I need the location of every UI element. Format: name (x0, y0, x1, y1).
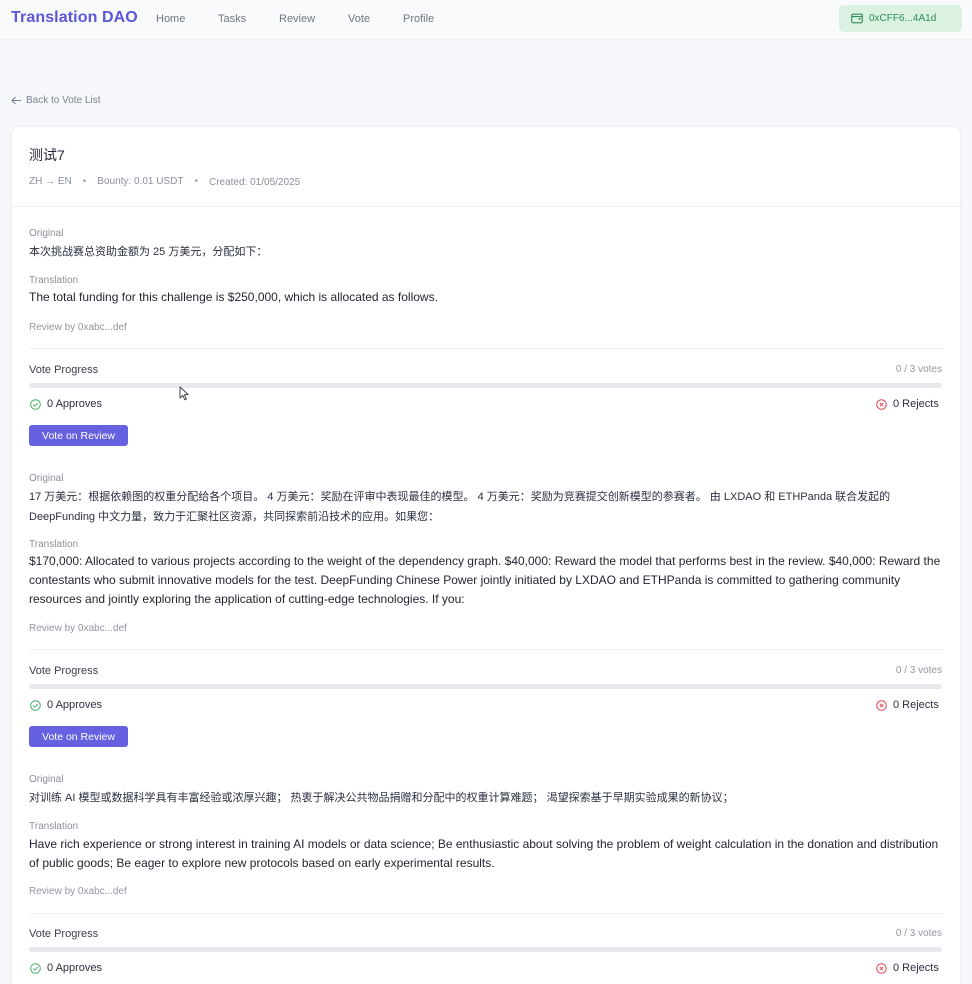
translation-label: Translation (29, 821, 79, 832)
vote-progress-bar (29, 684, 942, 689)
translation-text: The total funding for this challenge is … (29, 290, 438, 304)
approves-label: 0 Approves (47, 962, 103, 974)
nav-home[interactable]: Home (156, 13, 185, 25)
top-navbar: Translation DAO Home Tasks Review Vote P… (0, 0, 972, 40)
vote-on-review-button[interactable]: Vote on Review (29, 726, 128, 747)
vote-progress-bar (29, 947, 942, 952)
vote-detail-card: 测试7 ZH → EN • Bounty: 0.01 USDT • Create… (11, 126, 962, 984)
nav-vote[interactable]: Vote (348, 13, 370, 25)
rejects-label: 0 Rejects (893, 962, 939, 974)
approves-count: 0 Approves (30, 398, 102, 410)
section-divider (29, 348, 944, 349)
check-circle-icon (30, 398, 41, 410)
task-meta: ZH → EN • Bounty: 0.01 USDT • Created: 0… (29, 174, 301, 189)
vote-on-review-button[interactable]: Vote on Review (29, 425, 128, 446)
check-circle-icon (30, 962, 41, 974)
x-circle-icon (876, 962, 887, 974)
brand-logo[interactable]: Translation DAO (11, 9, 138, 27)
vote-progress-bar (29, 383, 942, 388)
vote-progress-label: Vote Progress (29, 665, 99, 677)
wallet-address: 0xCFF6...4A1d (869, 13, 937, 24)
vote-count: 0 / 3 votes (895, 928, 942, 939)
mouse-cursor-icon (179, 386, 189, 401)
original-label: Original (29, 774, 64, 785)
rejects-label: 0 Rejects (893, 398, 939, 410)
translation-label: Translation (29, 275, 79, 286)
rejects-count: 0 Rejects (876, 398, 939, 410)
original-label: Original (29, 473, 64, 484)
check-circle-icon (30, 699, 41, 711)
card-divider (12, 206, 962, 207)
original-text: 本次挑战赛总资助金额为 25 万美元，分配如下： (29, 246, 268, 258)
back-to-vote-list-link[interactable]: Back to Vote List (11, 95, 101, 106)
translation-label: Translation (29, 539, 79, 550)
arrow-left-icon (11, 96, 21, 105)
task-title: 测试7 (29, 147, 65, 163)
approves-label: 0 Approves (47, 398, 103, 410)
rejects-count: 0 Rejects (876, 699, 939, 711)
meta-dot: • (82, 175, 87, 187)
reviewer: Review by 0xabc...def (29, 886, 127, 897)
back-label: Back to Vote List (26, 95, 101, 106)
rejects-count: 0 Rejects (876, 962, 939, 974)
vote-count: 0 / 3 votes (895, 665, 942, 676)
reviewer: Review by 0xabc...def (29, 623, 127, 634)
vote-count: 0 / 3 votes (895, 364, 942, 375)
nav-review[interactable]: Review (279, 13, 315, 25)
original-text: 17 万美元：根据依赖图的权重分配给各个项目。 4 万美元：奖励在评审中表现最佳… (29, 491, 891, 523)
approves-count: 0 Approves (30, 699, 102, 711)
reviewer: Review by 0xabc...def (29, 322, 127, 333)
meta-dot: • (194, 175, 198, 187)
original-text: 对训练 AI 模型或数据科学具有丰富经验或浓厚兴趣； 热衷于解决公共物品捐赠和分… (29, 792, 734, 804)
translation-text: $170,000: Allocated to various projects … (29, 554, 941, 606)
wallet-icon (851, 13, 863, 24)
x-circle-icon (876, 398, 887, 410)
section-divider (29, 649, 944, 650)
rejects-label: 0 Rejects (893, 699, 939, 711)
approves-label: 0 Approves (47, 699, 103, 711)
vote-progress-label: Vote Progress (29, 364, 99, 376)
section-divider (29, 913, 944, 914)
nav-profile[interactable]: Profile (403, 13, 434, 25)
vote-progress-label: Vote Progress (29, 928, 99, 940)
original-label: Original (29, 228, 64, 239)
translation-text: Have rich experience or strong interest … (29, 837, 939, 870)
approves-count: 0 Approves (30, 962, 102, 974)
bounty: Bounty: 0.01 USDT (97, 175, 184, 187)
language-pair: ZH → EN (29, 175, 72, 187)
wallet-button[interactable]: 0xCFF6...4A1d (839, 5, 962, 32)
x-circle-icon (876, 699, 887, 711)
nav-tasks[interactable]: Tasks (218, 13, 246, 25)
created-date: Created: 01/05/2025 (208, 177, 301, 188)
